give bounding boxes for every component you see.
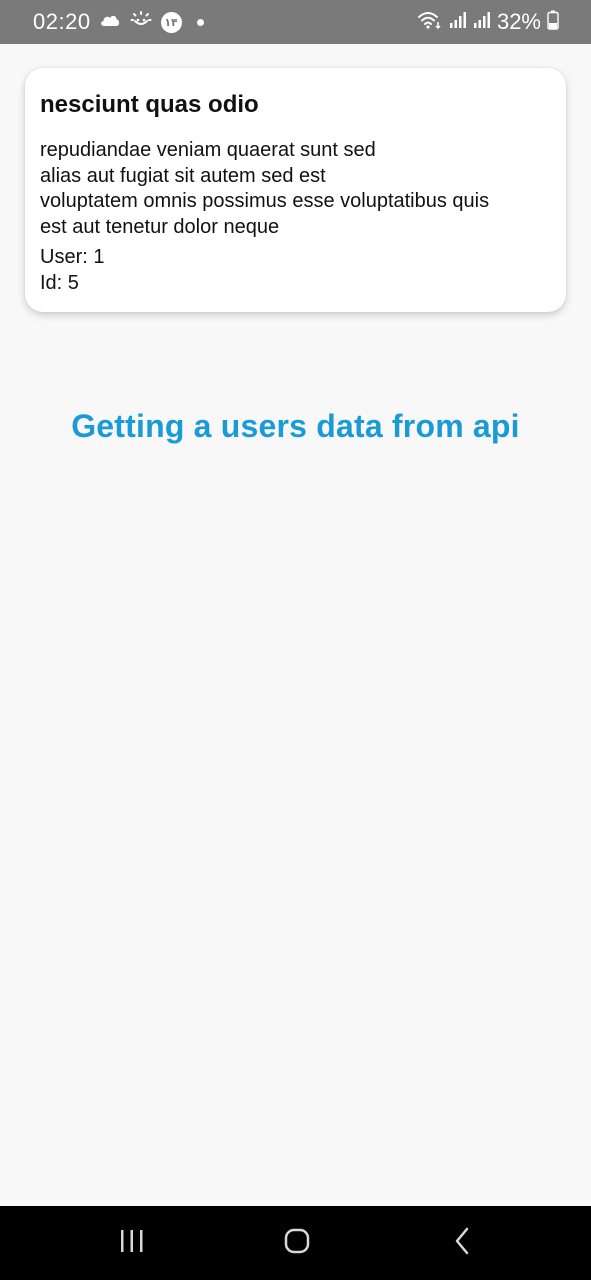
notification-badge-icon: ۱۴ xyxy=(160,11,182,33)
sun-icon xyxy=(130,10,152,35)
back-button[interactable] xyxy=(430,1222,494,1264)
signal-icon xyxy=(449,11,467,34)
post-user: User: 1 xyxy=(40,245,105,268)
recent-apps-button[interactable] xyxy=(100,1222,164,1264)
wifi-icon xyxy=(417,10,443,35)
navigation-bar xyxy=(0,1206,591,1280)
recent-apps-icon xyxy=(119,1229,145,1258)
post-id: Id: 5 xyxy=(40,271,79,294)
notification-icons: ۱۴ xyxy=(99,10,204,35)
home-button[interactable] xyxy=(265,1222,329,1264)
home-icon xyxy=(284,1228,310,1259)
status-time: 02:20 xyxy=(33,9,91,34)
back-icon xyxy=(453,1227,471,1260)
post-body: repudiandae veniam quaerat sunt sed alia… xyxy=(40,139,490,239)
app-content: nesciunt quas odio repudiandae veniam qu… xyxy=(0,44,591,1206)
status-left: 02:20 ۱۴ xyxy=(33,9,204,35)
post-card: nesciunt quas odio repudiandae veniam qu… xyxy=(25,68,566,312)
battery-icon xyxy=(547,10,559,35)
page-heading: Getting a users data from api xyxy=(71,408,520,444)
status-bar: 02:20 ۱۴ 32% xyxy=(0,0,591,44)
cloud-icon xyxy=(99,13,121,32)
post-title: nesciunt quas odio xyxy=(40,91,259,118)
status-right: 32% xyxy=(417,9,559,35)
battery-percent: 32% xyxy=(496,9,541,34)
dot-icon xyxy=(196,18,204,26)
signal-icon xyxy=(473,11,491,34)
